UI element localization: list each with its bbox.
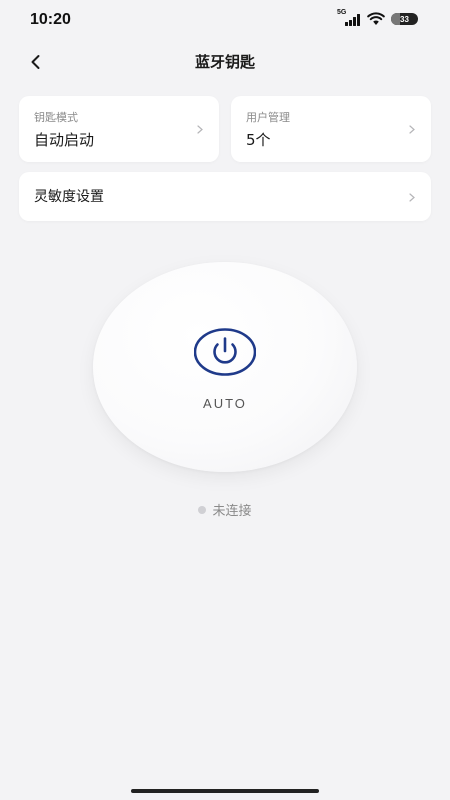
- battery-percent: 33: [400, 14, 409, 24]
- sensitivity-settings-card[interactable]: 灵敏度设置: [19, 172, 431, 221]
- app-screen: 10:20 5G 33 蓝牙钥匙 钥匙模式 自动启动 用户管理 5个 灵敏度设置…: [0, 0, 450, 800]
- user-management-label: 用户管理: [246, 111, 290, 124]
- battery-fill: [391, 13, 400, 25]
- key-mode-card[interactable]: 钥匙模式 自动启动: [19, 96, 219, 162]
- user-management-card[interactable]: 用户管理 5个: [231, 96, 431, 162]
- battery-icon: 33: [391, 13, 418, 25]
- home-indicator[interactable]: [131, 789, 319, 793]
- chevron-right-icon: [195, 124, 205, 134]
- status-time: 10:20: [30, 11, 71, 28]
- status-bar: 10:20 5G 33: [0, 0, 450, 42]
- user-count-value: 5个: [246, 131, 271, 149]
- chevron-right-icon: [407, 124, 417, 134]
- connection-status-dot: [198, 505, 207, 514]
- key-mode-label: 钥匙模式: [34, 111, 78, 124]
- power-icon: [194, 328, 256, 376]
- connection-status: 未连接: [0, 500, 450, 519]
- power-button[interactable]: AUTO: [93, 262, 357, 472]
- power-mode-label: AUTO: [203, 396, 247, 411]
- page-title: 蓝牙钥匙: [194, 53, 255, 71]
- sensitivity-settings-label: 灵敏度设置: [34, 189, 104, 205]
- status-icons: 5G 33: [337, 9, 418, 26]
- connection-status-text: 未连接: [212, 504, 252, 519]
- key-mode-value: 自动启动: [34, 131, 95, 149]
- wifi-icon: [367, 12, 385, 25]
- navigation-bar: 蓝牙钥匙: [0, 42, 450, 82]
- chevron-right-icon: [407, 192, 417, 202]
- cellular-signal-icon: 5G: [337, 9, 361, 26]
